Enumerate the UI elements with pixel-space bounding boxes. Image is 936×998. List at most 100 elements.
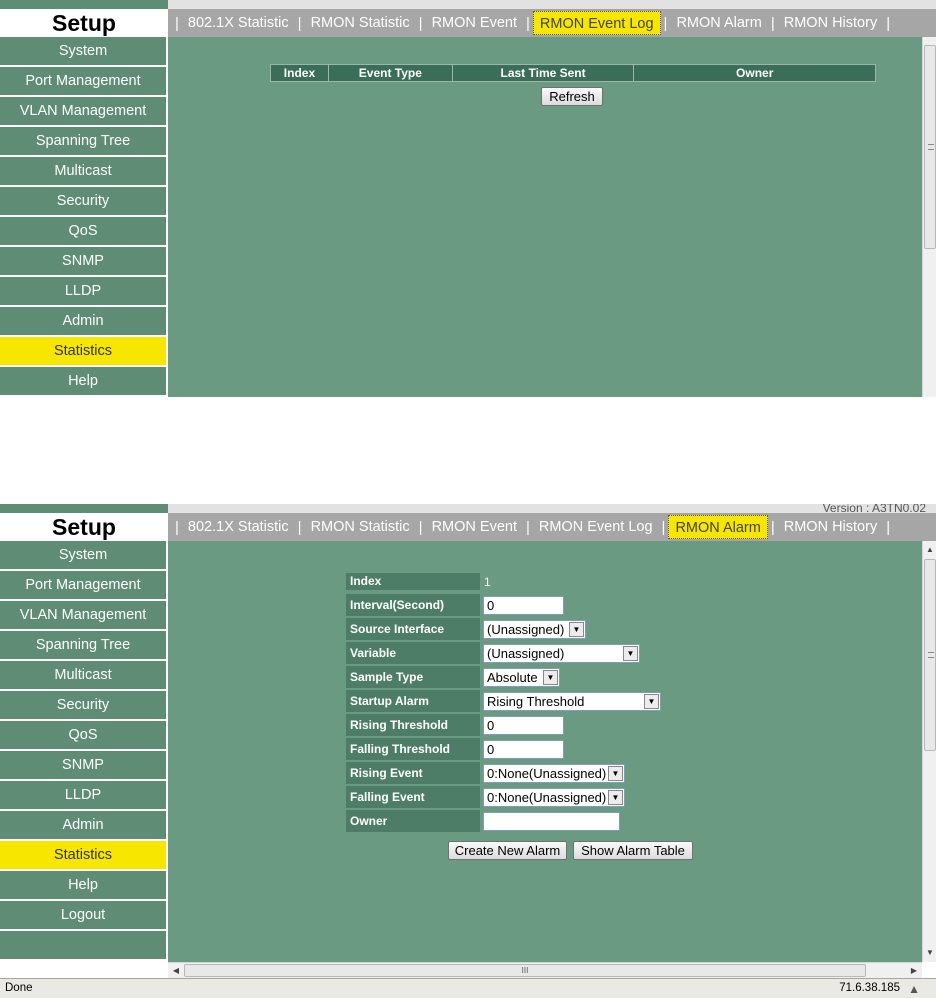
falling-threshold-input[interactable]: 0 [483, 740, 564, 759]
sidebar-item-help[interactable]: Help [0, 871, 166, 899]
column-header-event-type: Event Type [327, 64, 453, 82]
status-bar: Done 71.6.38.185 ▲ [0, 978, 936, 998]
chevron-down-icon[interactable]: ▼ [608, 790, 623, 805]
tab-rmon-history[interactable]: RMON History [778, 515, 883, 539]
sidebar-item-statistics[interactable]: Statistics [0, 841, 166, 869]
refresh-button[interactable]: Refresh [541, 87, 603, 106]
falling-event-select[interactable]: 0:None(Unassigned) ▼ [483, 788, 625, 807]
tab-rmon-history[interactable]: RMON History [778, 11, 883, 35]
sidebar-item-logout[interactable]: Logout [0, 901, 166, 929]
chevron-down-icon[interactable]: ▼ [569, 622, 584, 637]
tab-8021x-statistic[interactable]: 802.1X Statistic [182, 11, 295, 35]
rising-threshold-label: Rising Threshold [346, 714, 480, 736]
sidebar-item-spanning-tree[interactable]: Spanning Tree [0, 127, 166, 155]
sample-type-value: Absolute [487, 670, 538, 685]
source-interface-label: Source Interface [346, 618, 480, 640]
top-strip: Version : A3TN0.02 [0, 504, 936, 515]
horizontal-scrollbar[interactable]: ◀ III ▶ [168, 962, 922, 978]
variable-label: Variable [346, 642, 480, 664]
source-interface-select[interactable]: (Unassigned) ▼ [483, 620, 586, 639]
sidebar-item-admin[interactable]: Admin [0, 307, 166, 335]
network-zone-icon: ▲ [908, 982, 920, 996]
variable-select[interactable]: (Unassigned) ▼ [483, 644, 640, 663]
rising-event-label: Rising Event [346, 762, 480, 784]
scroll-down-icon[interactable]: ▼ [923, 946, 936, 960]
sample-type-label: Sample Type [346, 666, 480, 688]
setup-title: Setup [0, 513, 168, 541]
sidebar-item-spanning-tree[interactable]: Spanning Tree [0, 631, 166, 659]
event-log-content: Index Event Type Last Time Sent Owner Re… [168, 37, 922, 397]
sidebar-item-port-management[interactable]: Port Management [0, 67, 166, 95]
sidebar-item-system[interactable]: System [0, 37, 166, 65]
sidebar-item-vlan-management[interactable]: VLAN Management [0, 97, 166, 125]
scrollbar-thumb[interactable] [924, 45, 936, 249]
tab-rmon-event-log[interactable]: RMON Event Log [533, 515, 659, 539]
owner-input[interactable] [483, 812, 620, 831]
scroll-up-icon[interactable]: ▲ [923, 543, 936, 557]
sample-type-select[interactable]: Absolute ▼ [483, 668, 560, 687]
tab-rmon-statistic[interactable]: RMON Statistic [305, 515, 416, 539]
tab-bar: | 802.1X Statistic | RMON Statistic | RM… [168, 9, 936, 37]
scroll-left-icon[interactable]: ◀ [168, 963, 184, 979]
rising-threshold-input[interactable]: 0 [483, 716, 564, 735]
sidebar-item-help[interactable]: Help [0, 367, 166, 395]
tab-rmon-alarm[interactable]: RMON Alarm [670, 11, 767, 35]
sidebar-empty-slot [0, 931, 166, 959]
chevron-down-icon[interactable]: ▼ [543, 670, 558, 685]
chevron-down-icon[interactable]: ▼ [608, 766, 623, 781]
tab-rmon-alarm[interactable]: RMON Alarm [668, 515, 768, 539]
column-header-last-time-sent: Last Time Sent [451, 64, 635, 82]
create-new-alarm-button[interactable]: Create New Alarm [448, 841, 567, 860]
sidebar-item-qos[interactable]: QoS [0, 721, 166, 749]
tab-rmon-statistic[interactable]: RMON Statistic [305, 11, 416, 35]
sidebar-item-port-management[interactable]: Port Management [0, 571, 166, 599]
sidebar-item-system[interactable]: System [0, 541, 166, 569]
sidebar-item-statistics[interactable]: Statistics [0, 337, 166, 365]
column-header-owner: Owner [633, 64, 876, 82]
top-strip [0, 0, 936, 9]
sidebar-item-multicast[interactable]: Multicast [0, 157, 166, 185]
scroll-right-icon[interactable]: ▶ [906, 963, 922, 979]
chevron-down-icon[interactable]: ▼ [623, 646, 638, 661]
tab-rmon-event[interactable]: RMON Event [426, 11, 523, 35]
vertical-scrollbar[interactable] [922, 37, 936, 397]
tab-rmon-event[interactable]: RMON Event [426, 515, 523, 539]
interval-label: Interval(Second) [346, 594, 480, 616]
tab-rmon-event-log[interactable]: RMON Event Log [532, 11, 661, 35]
startup-alarm-select[interactable]: Rising Threshold ▼ [483, 692, 661, 711]
falling-threshold-label: Falling Threshold [346, 738, 480, 760]
event-log-table: Index Event Type Last Time Sent Owner [270, 64, 876, 82]
sidebar: System Port Management VLAN Management S… [0, 37, 168, 397]
falling-event-value: 0:None(Unassigned) [487, 790, 607, 805]
sidebar-item-multicast[interactable]: Multicast [0, 661, 166, 689]
sidebar-item-vlan-management[interactable]: VLAN Management [0, 601, 166, 629]
horizontal-scrollbar-thumb[interactable]: III [184, 964, 866, 977]
startup-alarm-label: Startup Alarm [346, 690, 480, 712]
sidebar-item-snmp[interactable]: SNMP [0, 751, 166, 779]
startup-alarm-value: Rising Threshold [487, 694, 585, 709]
show-alarm-table-button[interactable]: Show Alarm Table [573, 841, 693, 860]
sidebar-item-security[interactable]: Security [0, 691, 166, 719]
chevron-down-icon[interactable]: ▼ [644, 694, 659, 709]
interval-input[interactable]: 0 [483, 596, 564, 615]
sidebar-item-admin[interactable]: Admin [0, 811, 166, 839]
tab-8021x-statistic[interactable]: 802.1X Statistic [182, 515, 295, 539]
sidebar-item-snmp[interactable]: SNMP [0, 247, 166, 275]
setup-title: Setup [0, 9, 168, 37]
sidebar-item-qos[interactable]: QoS [0, 217, 166, 245]
rising-event-value: 0:None(Unassigned) [487, 766, 607, 781]
source-interface-value: (Unassigned) [487, 622, 565, 637]
sidebar: System Port Management VLAN Management S… [0, 541, 168, 959]
index-label: Index [346, 573, 480, 590]
rising-event-select[interactable]: 0:None(Unassigned) ▼ [483, 764, 625, 783]
column-header-index: Index [270, 64, 329, 82]
sidebar-item-lldp[interactable]: LLDP [0, 277, 166, 305]
alarm-screen: Version : A3TN0.02 Setup | 802.1X Statis… [0, 504, 936, 998]
status-ip-address: 71.6.38.185 [839, 982, 900, 994]
sidebar-item-security[interactable]: Security [0, 187, 166, 215]
scrollbar-thumb[interactable] [924, 559, 936, 751]
vertical-scrollbar[interactable]: ▲ ▼ [922, 541, 936, 962]
index-value: 1 [484, 575, 491, 589]
sidebar-item-lldp[interactable]: LLDP [0, 781, 166, 809]
tab-bar: | 802.1X Statistic | RMON Statistic | RM… [168, 513, 936, 541]
